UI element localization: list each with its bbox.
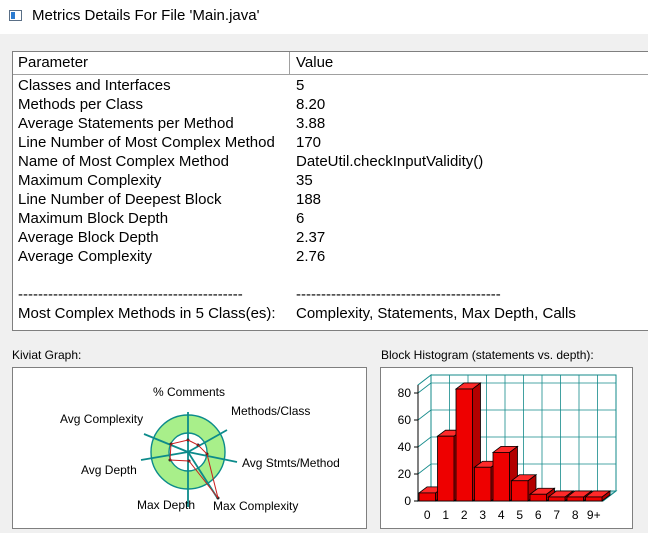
x-tick-label: 6 (535, 508, 542, 522)
parameter-cell: Most Complex Methods in 5 Class(es): (18, 305, 276, 322)
table-row[interactable]: Average Block Depth 2.37 (13, 228, 648, 247)
kiviat-graph: % Comments Methods/Class Avg Stmts/Metho… (60, 385, 340, 513)
x-tick-label: 4 (498, 508, 505, 522)
table-row[interactable]: ----------------------------------------… (13, 285, 648, 304)
histogram-bar (418, 492, 436, 502)
histogram-bar (492, 452, 510, 502)
table-row[interactable]: Most Complex Methods in 5 Class(es): Comp… (13, 304, 648, 323)
table-row[interactable]: Name of Most Complex Method DateUtil.chec… (13, 152, 648, 171)
value-cell: 3.88 (296, 115, 326, 132)
y-tick-label: 60 (398, 413, 412, 427)
value-cell: DateUtil.checkInputValidity() (296, 153, 484, 170)
histogram-bar (511, 480, 529, 502)
histogram-bar (455, 388, 473, 502)
table-row[interactable]: Average Complexity 2.76 (13, 247, 648, 266)
table-row[interactable] (13, 266, 648, 285)
x-tick-label: 5 (516, 508, 523, 522)
x-tick-label: 7 (553, 508, 560, 522)
y-tick-label: 80 (398, 386, 412, 400)
axis-label-methods-per-class: Methods/Class (231, 404, 310, 418)
title-bar: Metrics Details For File 'Main.java' (0, 0, 648, 34)
axis-label-avg-complexity: Avg Complexity (60, 412, 143, 426)
table-row[interactable]: Maximum Block Depth 6 (13, 209, 648, 228)
table-row[interactable]: Line Number of Most Complex Method 170 (13, 133, 648, 152)
table-row[interactable]: Average Statements per Method 3.88 (13, 114, 648, 133)
table-header: Parameter Value (13, 52, 648, 75)
parameter-cell: Name of Most Complex Method (18, 153, 229, 170)
histogram-bar (529, 493, 547, 502)
kiviat-label: Kiviat Graph: (12, 348, 82, 362)
y-tick-label: 20 (398, 467, 412, 481)
x-tick-label: 1 (442, 508, 449, 522)
block-histogram: 0204060800 1 2 3 4 5 6 7 8 9+ (398, 373, 618, 522)
metrics-table: Parameter Value Classes and Interfaces 5 M… (12, 51, 648, 331)
table-row[interactable]: Methods per Class 8.20 (13, 95, 648, 114)
x-tick-label: 3 (479, 508, 486, 522)
parameter-cell: Classes and Interfaces (18, 77, 171, 94)
y-tick-label: 0 (404, 494, 411, 508)
histogram-bar (474, 466, 492, 502)
parameter-cell: Line Number of Most Complex Method (18, 134, 275, 151)
table-body: Classes and Interfaces 5 Methods per Class… (13, 76, 648, 323)
kiviat-graph-panel: % Comments Methods/Class Avg Stmts/Metho… (12, 367, 367, 529)
value-cell: 170 (296, 134, 322, 151)
table-row[interactable]: Maximum Complexity 35 (13, 171, 648, 190)
parameter-cell: Maximum Block Depth (18, 210, 169, 227)
value-cell: 5 (296, 77, 305, 94)
parameter-cell: Average Block Depth (18, 229, 159, 246)
axis-label-comments: % Comments (153, 385, 225, 399)
histogram-bar (585, 496, 603, 502)
axis-label-avg-stmts: Avg Stmts/Method (242, 456, 340, 470)
x-tick-label: 2 (461, 508, 468, 522)
histogram-bar (437, 435, 455, 502)
value-cell: 35 (296, 172, 313, 189)
column-header-parameter[interactable]: Parameter (18, 54, 88, 71)
column-divider[interactable] (289, 52, 290, 74)
table-row[interactable]: Line Number of Deepest Block 188 (13, 190, 648, 209)
value-cell: Complexity, Statements, Max Depth, Calls (296, 305, 576, 322)
window-icon (9, 10, 22, 21)
histogram-bar (566, 496, 584, 502)
x-tick-label: 8 (572, 508, 579, 522)
histogram-panel: 0 20 40 60 80 0 1 2 3 4 5 6 7 8 9+ (380, 367, 633, 529)
value-cell: 6 (296, 210, 305, 227)
table-row[interactable]: Classes and Interfaces 5 (13, 76, 648, 95)
value-cell: 188 (296, 191, 322, 208)
value-cell: 2.76 (296, 248, 326, 265)
x-tick-label: 0 (424, 508, 431, 522)
parameter-cell: Methods per Class (18, 96, 144, 113)
parameter-cell: Line Number of Deepest Block (18, 191, 222, 208)
window-title: Metrics Details For File 'Main.java' (32, 7, 260, 24)
histogram-label: Block Histogram (statements vs. depth): (381, 348, 594, 362)
parameter-cell: Maximum Complexity (18, 172, 162, 189)
value-cell: 8.20 (296, 96, 326, 113)
axis-label-max-complexity: Max Complexity (213, 499, 298, 513)
axis-label-avg-depth: Avg Depth (81, 463, 137, 477)
histogram-bar (548, 496, 566, 502)
axis-label-max-depth: Max Depth (137, 498, 195, 512)
parameter-cell: ----------------------------------------… (18, 286, 243, 303)
y-tick-label: 40 (398, 440, 412, 454)
column-header-value[interactable]: Value (296, 54, 333, 71)
value-cell: ----------------------------------------… (296, 286, 501, 303)
parameter-cell: Average Statements per Method (18, 115, 234, 132)
value-cell: 2.37 (296, 229, 326, 246)
x-tick-label: 9+ (587, 508, 601, 522)
parameter-cell: Average Complexity (18, 248, 152, 265)
